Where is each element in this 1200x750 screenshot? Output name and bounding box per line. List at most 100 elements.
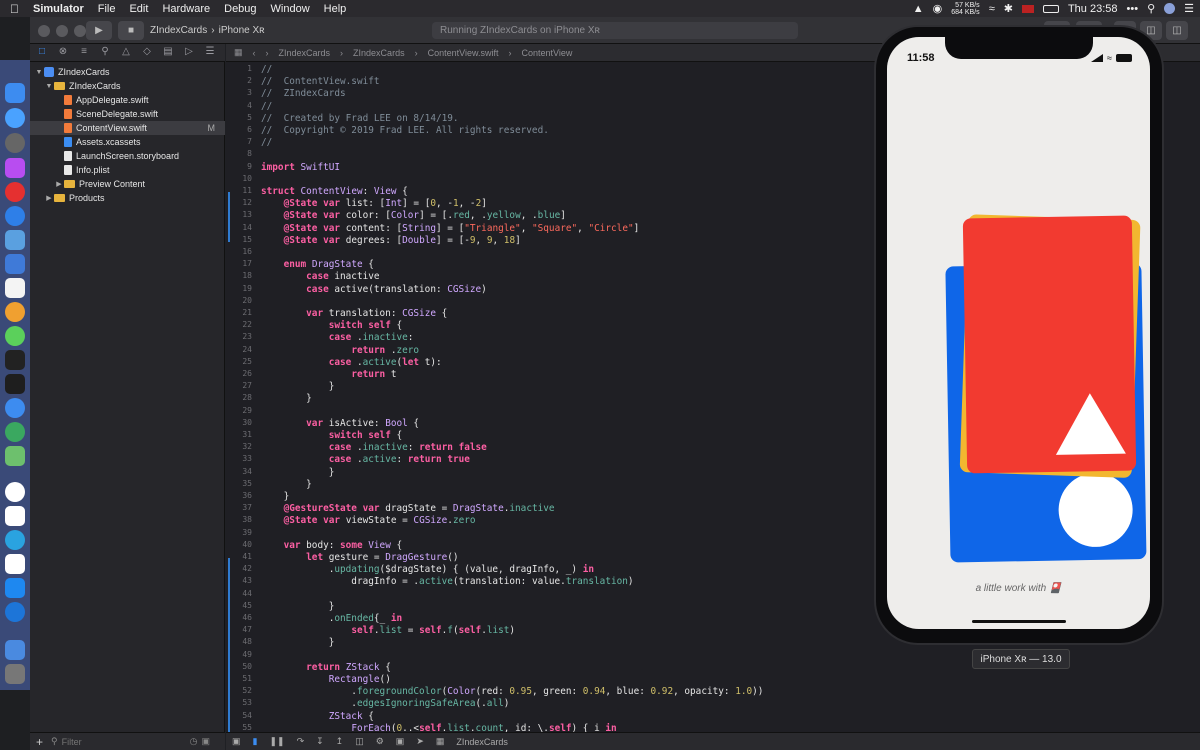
folder-nav-icon[interactable]: □ <box>36 46 48 58</box>
step-out-icon[interactable]: ↥ <box>336 736 344 747</box>
app-icon[interactable] <box>5 158 25 178</box>
finder-icon[interactable] <box>5 83 25 103</box>
more-menu[interactable]: ••• <box>1127 3 1139 15</box>
terminal-icon[interactable] <box>5 350 25 370</box>
add-icon[interactable]: + <box>36 735 43 749</box>
location-sim-icon[interactable]: ➤ <box>416 736 424 747</box>
disclosure-icon[interactable]: ▶ <box>54 180 64 188</box>
qq-icon[interactable] <box>5 482 25 502</box>
source-control-filter-icon[interactable]: ▣ <box>201 736 210 747</box>
disclosure-icon[interactable]: ▼ <box>34 69 44 76</box>
source-control-icon[interactable]: ⊗ <box>57 46 69 58</box>
notion-icon[interactable] <box>5 506 25 526</box>
breadcrumb-symbol[interactable]: ContentView <box>521 48 572 58</box>
step-in-icon[interactable]: ↧ <box>316 736 324 747</box>
debug-icon[interactable]: ▤ <box>162 46 174 58</box>
calendar-icon[interactable] <box>5 278 25 298</box>
view-debugger-icon[interactable]: ◫ <box>355 736 364 747</box>
back-icon[interactable]: ‹ <box>253 48 256 58</box>
forward-icon[interactable]: › <box>266 48 269 58</box>
nav-item-group[interactable]: ▶ Products <box>30 191 225 205</box>
disclosure-icon[interactable]: ▶ <box>44 194 54 202</box>
music-icon[interactable] <box>5 398 25 418</box>
menu-window[interactable]: Window <box>264 3 317 15</box>
blocker-icon[interactable] <box>5 182 25 202</box>
breakpoint-icon[interactable]: ▷ <box>183 46 195 58</box>
breadcrumb-group[interactable]: ZIndexCards <box>353 48 405 58</box>
nav-item-file-selected[interactable]: ContentView.swift M <box>30 121 225 135</box>
record-icon[interactable]: ◉ <box>933 2 943 15</box>
nav-item-file[interactable]: Info.plist <box>30 163 225 177</box>
nav-item-file[interactable]: LaunchScreen.storyboard <box>30 149 225 163</box>
telegram-icon[interactable] <box>5 530 25 550</box>
breakpoints-icon[interactable]: ▮ <box>253 736 258 747</box>
stop-button[interactable]: ■ <box>118 21 144 40</box>
nav-item-group[interactable]: ▶ Preview Content <box>30 177 225 191</box>
report-icon[interactable]: ☰ <box>204 46 216 58</box>
slack-icon[interactable] <box>5 554 25 574</box>
step-over-icon[interactable]: ↷ <box>297 736 305 747</box>
menu-edit[interactable]: Edit <box>122 3 155 15</box>
folder-icon[interactable] <box>5 640 25 660</box>
safari-icon[interactable] <box>5 108 25 128</box>
nav-item-file[interactable]: Assets.xcassets <box>30 135 225 149</box>
flag-icon[interactable] <box>1021 4 1034 13</box>
nav-item-file[interactable]: SceneDelegate.swift <box>30 107 225 121</box>
issue-icon[interactable]: △ <box>120 46 132 58</box>
breadcrumb-file[interactable]: ContentView.swift <box>428 48 499 58</box>
disclosure-icon[interactable]: ▼ <box>44 83 54 90</box>
red-card[interactable] <box>962 215 1137 474</box>
location-icon[interactable] <box>5 602 25 622</box>
breadcrumb-project[interactable]: ZIndexCards <box>279 48 331 58</box>
environment-icon[interactable]: ▣ <box>396 736 405 747</box>
search-icon[interactable]: ⚲ <box>1147 2 1155 15</box>
close-button[interactable] <box>38 25 50 37</box>
photos-icon[interactable] <box>5 302 25 322</box>
globe-icon[interactable] <box>5 422 25 442</box>
zoom-button[interactable] <box>74 25 86 37</box>
filter-input[interactable] <box>61 736 182 747</box>
run-button[interactable]: ▶ <box>86 21 112 40</box>
pause-icon[interactable]: ❚❚ <box>269 736 284 747</box>
minimize-button[interactable] <box>56 25 68 37</box>
messages-icon[interactable] <box>5 326 25 346</box>
menu-hardware[interactable]: Hardware <box>155 3 217 15</box>
maps-icon[interactable] <box>5 446 25 466</box>
memory-graph-icon[interactable]: ⚙ <box>376 736 384 747</box>
home-indicator[interactable] <box>972 620 1066 623</box>
line-number: 37 <box>242 503 252 513</box>
related-items-icon[interactable]: ▦ <box>234 47 243 58</box>
appstore-icon[interactable] <box>5 578 25 598</box>
menu-debug[interactable]: Debug <box>217 3 263 15</box>
wifi-icon[interactable]: ≈ <box>989 3 995 15</box>
figma-icon[interactable] <box>5 374 25 394</box>
symbol-icon[interactable]: ≡ <box>78 46 90 58</box>
nav-item-file[interactable]: AppDelegate.swift <box>30 93 225 107</box>
menu-file[interactable]: File <box>91 3 123 15</box>
console-toggle-icon[interactable]: ▣ <box>232 736 241 747</box>
nav-item-group[interactable]: ▼ ZIndexCards <box>30 79 225 93</box>
compass-icon[interactable] <box>5 206 25 226</box>
trash-icon[interactable] <box>5 664 25 684</box>
xcode-icon[interactable] <box>5 254 25 274</box>
list-icon[interactable]: ☰ <box>1184 2 1194 15</box>
nav-item-project[interactable]: ▼ ZIndexCards <box>30 65 225 79</box>
source-editor[interactable]: 1 // 2 // ContentView.swift 3 // ZIndexCards 4… <box>226 62 900 732</box>
menu-app-name[interactable]: Simulator <box>26 3 91 15</box>
menu-help[interactable]: Help <box>317 3 354 15</box>
simulator-screen[interactable]: 11:58 ≈ a little work with 🎴 <box>887 37 1150 629</box>
find-icon[interactable]: ⚲ <box>99 46 111 58</box>
preview-icon[interactable] <box>5 230 25 250</box>
clock[interactable]: Thu 23:58 <box>1068 3 1118 15</box>
test-icon[interactable]: ◇ <box>141 46 153 58</box>
scheme-selector[interactable]: ZIndexCards › iPhone Xʀ <box>150 22 265 39</box>
launchpad-icon[interactable] <box>5 133 25 153</box>
bell-icon[interactable]: ▲ <box>913 3 924 15</box>
avatar[interactable] <box>1164 3 1176 14</box>
battery-icon[interactable] <box>1042 4 1059 13</box>
bluetooth-icon[interactable]: ✱ <box>1004 2 1013 15</box>
recent-files-icon[interactable]: ◷ <box>190 736 198 747</box>
cards-stack[interactable] <box>887 37 1150 629</box>
inspector-toggle[interactable]: ◫ <box>1166 21 1188 40</box>
apple-icon[interactable]:  <box>0 2 26 16</box>
